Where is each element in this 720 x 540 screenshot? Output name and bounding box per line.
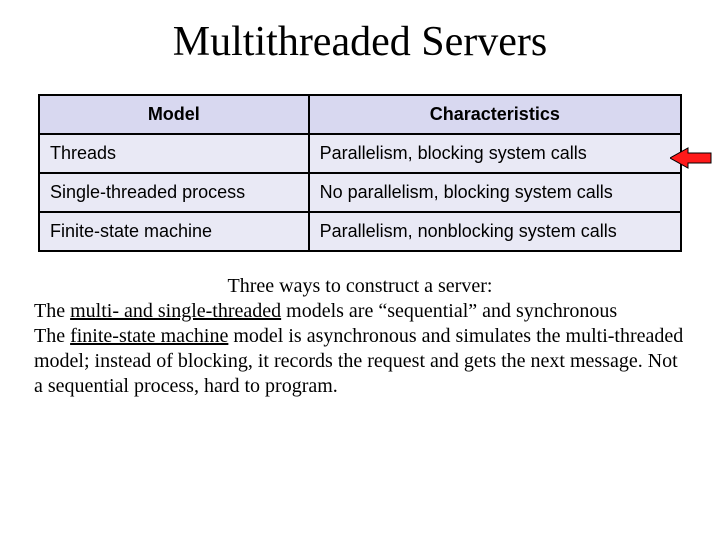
caption-underline: finite-state machine (70, 325, 228, 347)
header-model: Model (39, 95, 309, 134)
caption-lead: Three ways to construct a server: (34, 274, 686, 299)
cell-char: No parallelism, blocking system calls (309, 173, 681, 212)
models-table: Model Characteristics Threads Parallelis… (38, 94, 682, 252)
table-row: Finite-state machine Parallelism, nonblo… (39, 212, 681, 251)
cell-char: Parallelism, nonblocking system calls (309, 212, 681, 251)
table-row: Single-threaded process No parallelism, … (39, 173, 681, 212)
caption-text: The (34, 325, 70, 347)
header-characteristics: Characteristics (309, 95, 681, 134)
slide: Multithreaded Servers Model Characterist… (0, 0, 720, 540)
cell-model: Finite-state machine (39, 212, 309, 251)
caption-block: Three ways to construct a server: The mu… (34, 274, 686, 399)
table-row: Threads Parallelism, blocking system cal… (39, 134, 681, 173)
cell-model: Single-threaded process (39, 173, 309, 212)
caption-line-2: The finite-state machine model is asynch… (34, 324, 686, 399)
cell-char: Parallelism, blocking system calls (309, 134, 681, 173)
page-title: Multithreaded Servers (30, 18, 690, 66)
table-header-row: Model Characteristics (39, 95, 681, 134)
cell-model: Threads (39, 134, 309, 173)
caption-text: The (34, 300, 70, 322)
table-container: Model Characteristics Threads Parallelis… (38, 94, 682, 252)
highlight-arrow-icon (670, 146, 712, 170)
caption-text: models are “sequential” and synchronous (281, 300, 617, 322)
caption-line-1: The multi- and single-threaded models ar… (34, 299, 686, 324)
caption-underline: multi- and single-threaded (70, 300, 281, 322)
